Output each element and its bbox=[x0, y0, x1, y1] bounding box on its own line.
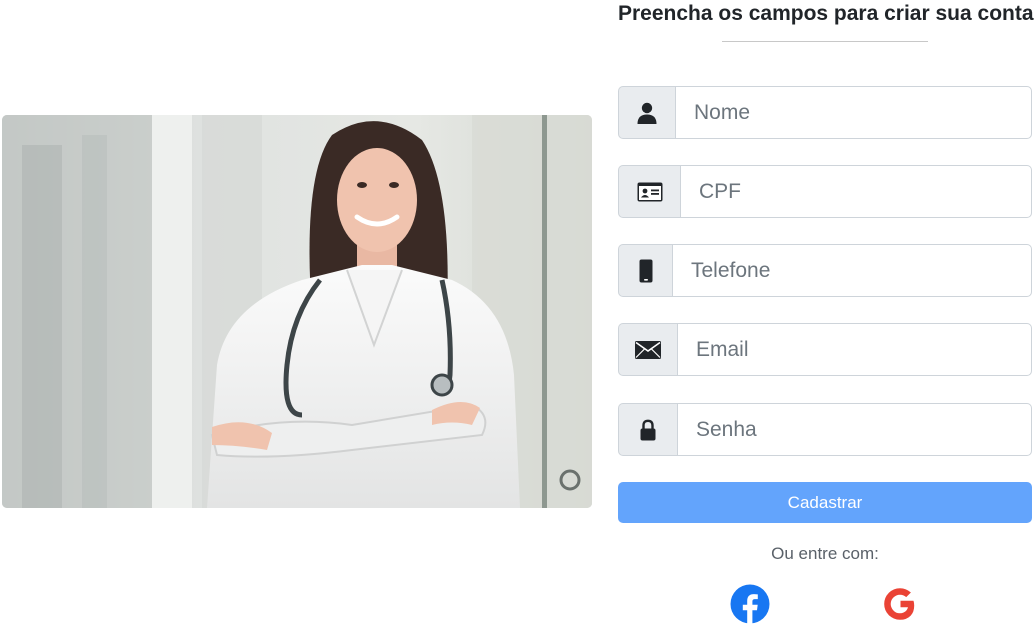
envelope-icon bbox=[618, 323, 677, 376]
doctor-photo bbox=[2, 115, 592, 508]
cpf-input[interactable] bbox=[680, 165, 1032, 218]
password-field-group bbox=[618, 403, 1032, 456]
mobile-phone-icon bbox=[618, 244, 672, 297]
lock-icon bbox=[618, 403, 677, 456]
google-login-button[interactable] bbox=[880, 584, 920, 624]
facebook-login-button[interactable] bbox=[730, 584, 770, 624]
user-icon bbox=[618, 86, 675, 139]
email-field-group bbox=[618, 323, 1032, 376]
cpf-field-group bbox=[618, 165, 1032, 218]
name-field-group bbox=[618, 86, 1032, 139]
title-divider bbox=[722, 41, 928, 42]
register-button[interactable]: Cadastrar bbox=[618, 482, 1032, 523]
phone-field-group bbox=[618, 244, 1032, 297]
id-card-icon bbox=[618, 165, 680, 218]
facebook-icon bbox=[730, 584, 770, 624]
google-icon bbox=[884, 588, 915, 620]
phone-input[interactable] bbox=[672, 244, 1032, 297]
alt-login-text: Ou entre com: bbox=[771, 544, 879, 563]
email-input[interactable] bbox=[677, 323, 1032, 376]
page-title: Preencha os campos para criar sua conta bbox=[618, 2, 1034, 25]
password-input[interactable] bbox=[677, 403, 1032, 456]
signup-page: Preencha os campos para criar sua conta bbox=[0, 0, 1035, 625]
name-input[interactable] bbox=[675, 86, 1032, 139]
